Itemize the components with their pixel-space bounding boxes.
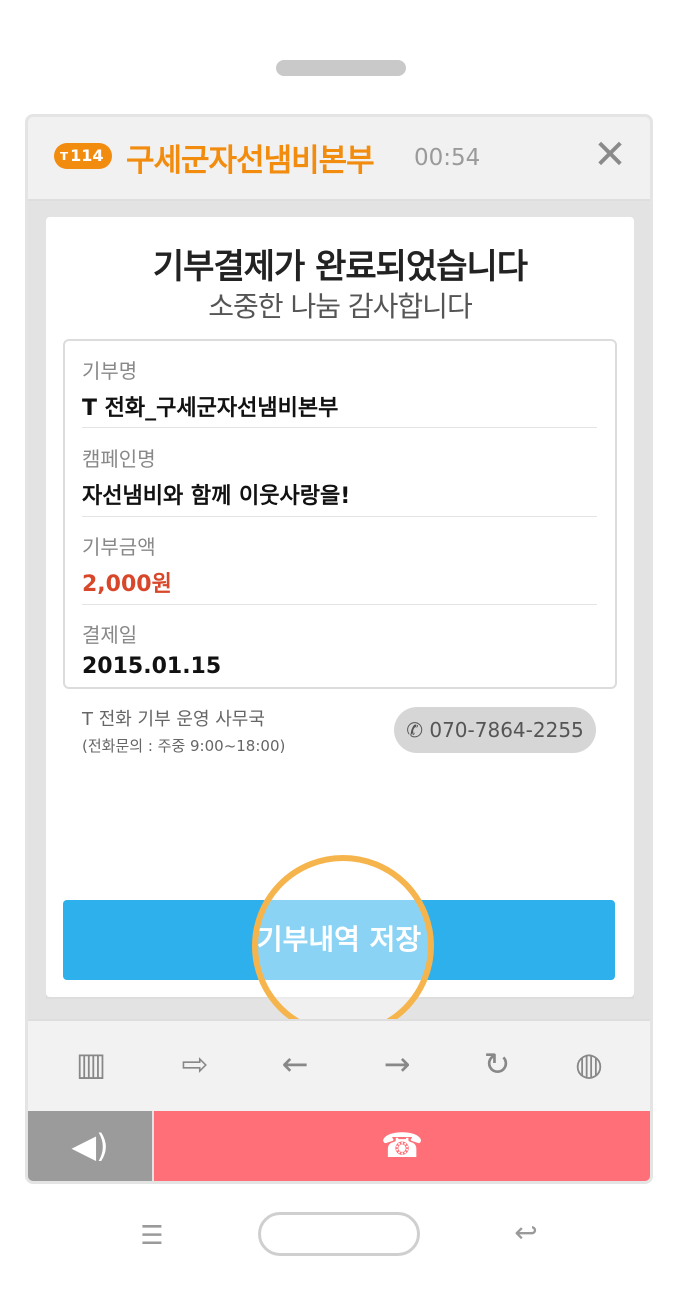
divider: [82, 516, 597, 517]
menu-icon[interactable]: ☰: [132, 1223, 172, 1249]
detail-label: 캠페인명: [82, 447, 156, 471]
divider: [82, 427, 597, 428]
donation-details: 기부명 T 전화_구세군자선냄비본부 캠페인명 자선냄비와 함께 이웃사랑을! …: [63, 339, 617, 689]
page-subtitle: 소중한 나눔 감사합니다: [208, 290, 472, 323]
page-title: 기부결제가 완료되었습니다: [152, 247, 528, 287]
barcode-icon[interactable]: ▥: [66, 1041, 116, 1087]
detail-label: 기부금액: [82, 535, 156, 559]
globe-icon[interactable]: ◍: [564, 1041, 614, 1087]
detail-label: 결제일: [82, 623, 138, 647]
browser-toolbar: ▥ ⇨ ← → ↻ ◍: [28, 1019, 650, 1111]
phone-icon: ✆: [406, 718, 423, 742]
home-button[interactable]: [258, 1212, 420, 1256]
close-icon[interactable]: ✕: [590, 135, 630, 175]
t-114-badge: ᴛ 114: [54, 143, 112, 169]
office-info: T 전화 기부 운영 사무국 (전화문의 : 주중 9:00~18:00): [82, 705, 285, 756]
call-timer: 00:54: [414, 145, 481, 171]
phone-number: 070-7864-2255: [429, 718, 584, 742]
office-name: T 전화 기부 운영 사무국: [82, 709, 265, 730]
detail-value: 2015.01.15: [82, 654, 222, 679]
share-icon[interactable]: ⇨: [170, 1041, 220, 1087]
detail-row-donation-name: 기부명 T 전화_구세군자선냄비본부: [82, 355, 597, 422]
caller-name: 구세군자선냄비본부: [126, 143, 375, 179]
badge-number: 114: [70, 146, 104, 165]
call-header: ᴛ 114 구세군자선냄비본부 00:54 ✕: [28, 117, 650, 201]
call-office-button[interactable]: ✆ 070-7864-2255: [394, 707, 596, 753]
call-window: ᴛ 114 구세군자선냄비본부 00:54 ✕ 기부결제가 완료되었습니다 소중…: [25, 114, 653, 1184]
office-hours: (전화문의 : 주중 9:00~18:00): [82, 737, 286, 755]
forward-arrow-icon[interactable]: →: [372, 1041, 422, 1087]
detail-label: 기부명: [82, 359, 138, 383]
refresh-icon[interactable]: ↻: [472, 1041, 522, 1087]
tap-highlight: [252, 855, 434, 1037]
end-call-icon[interactable]: ☎: [154, 1111, 650, 1181]
detail-value: T 전화_구세군자선냄비본부: [82, 396, 339, 421]
t-brand-icon: ᴛ: [60, 148, 69, 164]
back-arrow-icon[interactable]: ←: [270, 1041, 320, 1087]
speaker-icon[interactable]: ◀): [28, 1111, 152, 1181]
back-icon[interactable]: ↩: [506, 1218, 546, 1248]
donation-amount: 2,000원: [82, 572, 172, 597]
detail-row-payment-date: 결제일 2015.01.15: [82, 619, 597, 679]
detail-value: 자선냄비와 함께 이웃사랑을!: [82, 484, 351, 509]
call-controls: ◀) ☎: [28, 1111, 650, 1181]
detail-row-campaign: 캠페인명 자선냄비와 함께 이웃사랑을!: [82, 443, 597, 510]
earpiece-speaker: [276, 60, 406, 76]
detail-row-amount: 기부금액 2,000원: [82, 531, 597, 598]
divider: [82, 604, 597, 605]
